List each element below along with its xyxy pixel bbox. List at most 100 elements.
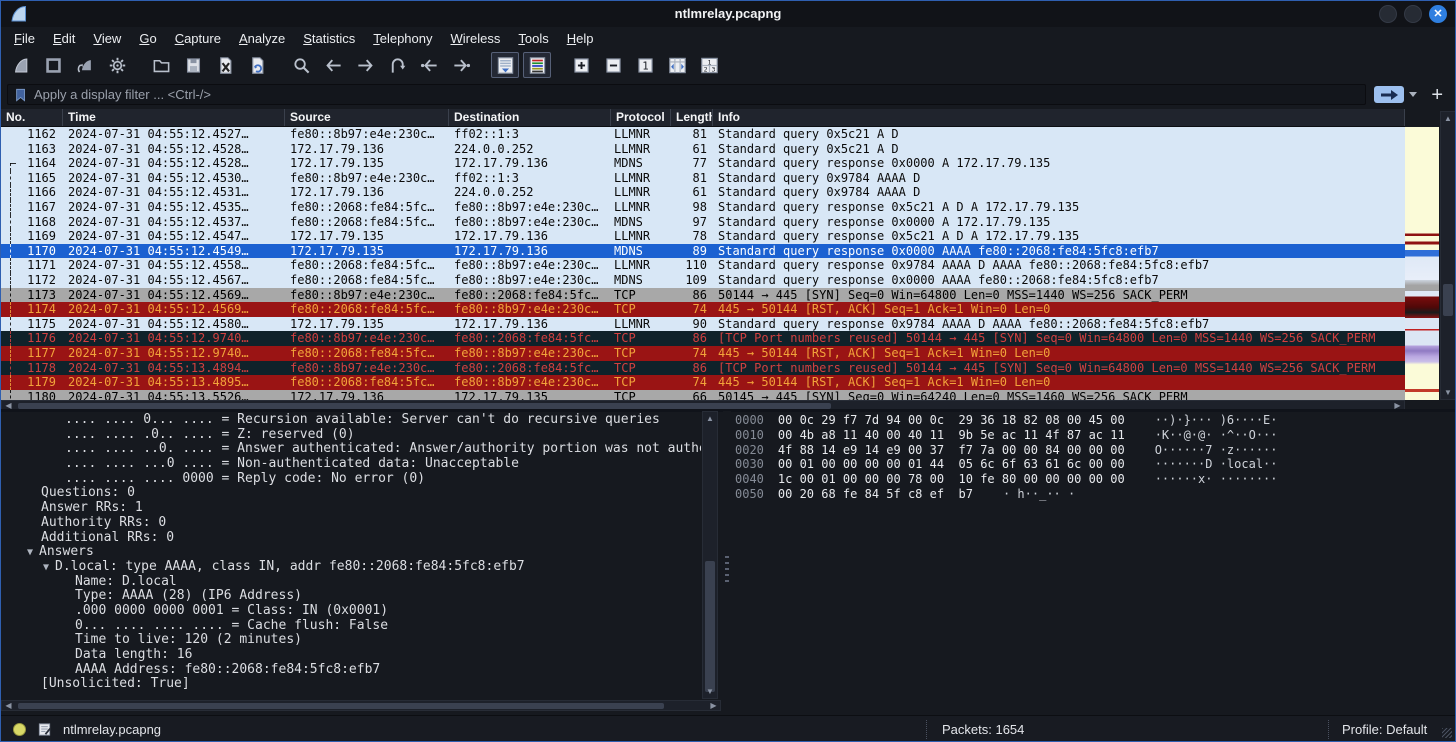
- packet-row-1173[interactable]: 11732024-07-31 04:55:12.4569…fe80::8b97:…: [1, 288, 1405, 303]
- column-header-protocol[interactable]: Protocol: [611, 109, 671, 126]
- detail-line[interactable]: Additional RRs: 0: [1, 531, 701, 546]
- packet-row-1174[interactable]: 11742024-07-31 04:55:12.4569…fe80::2068:…: [1, 302, 1405, 317]
- capture-options-icon[interactable]: [103, 52, 131, 78]
- capture-comment-icon[interactable]: [37, 722, 52, 737]
- hex-ascii[interactable]: · h··_·· ·: [1003, 487, 1075, 501]
- pane-splitter[interactable]: [723, 411, 731, 713]
- go-to-packet-icon[interactable]: [383, 52, 411, 78]
- detail-line[interactable]: .... .... .... 0000 = Reply code: No err…: [1, 472, 701, 487]
- find-packet-icon[interactable]: [287, 52, 315, 78]
- go-last-icon[interactable]: [447, 52, 475, 78]
- maximize-button[interactable]: [1404, 5, 1422, 23]
- resize-grip-icon[interactable]: [1442, 728, 1452, 738]
- menu-analyze[interactable]: Analyze: [230, 29, 294, 48]
- menu-tools[interactable]: Tools: [509, 29, 557, 48]
- zoom-in-icon[interactable]: [567, 52, 595, 78]
- zoom-normal-icon[interactable]: [631, 52, 659, 78]
- column-header-info[interactable]: Info: [713, 109, 1405, 126]
- titlebar[interactable]: ntlmrelay.pcapng ✕: [1, 1, 1455, 27]
- packet-row-1167[interactable]: 11672024-07-31 04:55:12.4535…fe80::2068:…: [1, 200, 1405, 215]
- packet-row-1178[interactable]: 11782024-07-31 04:55:13.4894…fe80::8b97:…: [1, 361, 1405, 376]
- stop-capture-icon[interactable]: [39, 52, 67, 78]
- packet-row-1168[interactable]: 11682024-07-31 04:55:12.4537…fe80::2068:…: [1, 215, 1405, 230]
- menu-telephony[interactable]: Telephony: [364, 29, 441, 48]
- hex-row-0050[interactable]: 005000 20 68 fe 84 5f c8 ef b7· h··_·· ·: [735, 487, 1435, 502]
- scroll-thumb[interactable]: [705, 561, 715, 693]
- minimize-button[interactable]: [1379, 5, 1397, 23]
- hex-ascii[interactable]: ·······D ·local··: [1155, 457, 1278, 471]
- hex-row-0010[interactable]: 001000 4b a8 11 40 00 40 11 9b 5e ac 11 …: [735, 428, 1435, 443]
- column-layout-icon[interactable]: [695, 52, 723, 78]
- hex-bytes[interactable]: 1c 00 01 00 00 00 78 00 10 fe 80 00 00 0…: [778, 472, 1125, 486]
- detail-line[interactable]: ▼D.local: type AAAA, class IN, addr fe80…: [1, 560, 701, 575]
- detail-line[interactable]: Authority RRs: 0: [1, 516, 701, 531]
- hex-ascii[interactable]: ··)·}··· )6····E·: [1155, 413, 1278, 427]
- detail-line[interactable]: .... .... ..0. .... = Answer authenticat…: [1, 442, 701, 457]
- splitter-handle[interactable]: [725, 556, 729, 582]
- detail-line[interactable]: 0... .... .... .... = Cache flush: False: [1, 619, 701, 634]
- packet-row-1176[interactable]: 11762024-07-31 04:55:12.9740…fe80::8b97:…: [1, 331, 1405, 346]
- menu-view[interactable]: View: [84, 29, 130, 48]
- details-vscrollbar[interactable]: ▲ ▼: [702, 411, 718, 699]
- column-header-no[interactable]: No.: [1, 109, 63, 126]
- hex-row-0020[interactable]: 00204f 88 14 e9 14 e9 00 37 f7 7a 00 00 …: [735, 443, 1435, 458]
- packet-row-1169[interactable]: 11692024-07-31 04:55:12.4547…172.17.79.1…: [1, 229, 1405, 244]
- hex-ascii[interactable]: ······x· ········: [1155, 472, 1278, 486]
- detail-line[interactable]: Answer RRs: 1: [1, 501, 701, 516]
- packet-row-1166[interactable]: 11662024-07-31 04:55:12.4531…172.17.79.1…: [1, 185, 1405, 200]
- expander-icon[interactable]: ▼: [43, 562, 49, 573]
- detail-line[interactable]: .... .... .0.. .... = Z: reserved (0): [1, 428, 701, 443]
- menu-wireless[interactable]: Wireless: [442, 29, 510, 48]
- colorize-icon[interactable]: [523, 52, 551, 78]
- hex-bytes[interactable]: 00 01 00 00 00 00 01 44 05 6c 6f 63 61 6…: [778, 457, 1125, 471]
- menu-go[interactable]: Go: [130, 29, 165, 48]
- packet-row-1171[interactable]: 11712024-07-31 04:55:12.4558…fe80::2068:…: [1, 258, 1405, 273]
- apply-filter-button[interactable]: [1374, 86, 1404, 103]
- auto-scroll-icon[interactable]: [491, 52, 519, 78]
- packet-row-1179[interactable]: 11792024-07-31 04:55:13.4895…fe80::2068:…: [1, 375, 1405, 390]
- detail-line[interactable]: Questions: 0: [1, 486, 701, 501]
- restart-capture-icon[interactable]: [71, 52, 99, 78]
- save-file-icon[interactable]: [179, 52, 207, 78]
- scroll-down-icon[interactable]: ▼: [1441, 386, 1455, 399]
- column-header-source[interactable]: Source: [285, 109, 449, 126]
- close-file-icon[interactable]: [211, 52, 239, 78]
- packet-row-1175[interactable]: 11752024-07-31 04:55:12.4580…172.17.79.1…: [1, 317, 1405, 332]
- scroll-up-icon[interactable]: ▲: [1441, 112, 1455, 125]
- column-header-time[interactable]: Time: [63, 109, 285, 126]
- packet-row-1165[interactable]: 11652024-07-31 04:55:12.4530…fe80::8b97:…: [1, 171, 1405, 186]
- hex-ascii[interactable]: O······7 ·z······: [1155, 443, 1278, 457]
- bookmark-icon[interactable]: [14, 87, 28, 103]
- hex-bytes[interactable]: 00 0c 29 f7 7d 94 00 0c 29 36 18 82 08 0…: [778, 413, 1125, 427]
- hex-row-0040[interactable]: 00401c 00 01 00 00 00 78 00 10 fe 80 00 …: [735, 472, 1435, 487]
- open-file-icon[interactable]: [147, 52, 175, 78]
- display-filter-input[interactable]: Apply a display filter ... <Ctrl-/>: [7, 84, 1366, 105]
- go-forward-icon[interactable]: [351, 52, 379, 78]
- packet-row-1172[interactable]: 11722024-07-31 04:55:12.4567…fe80::2068:…: [1, 273, 1405, 288]
- column-header-length[interactable]: Length: [671, 109, 713, 126]
- packet-row-1177[interactable]: 11772024-07-31 04:55:12.9740…fe80::2068:…: [1, 346, 1405, 361]
- zoom-out-icon[interactable]: [599, 52, 627, 78]
- packet-row-1164[interactable]: 11642024-07-31 04:55:12.4528…172.17.79.1…: [1, 156, 1405, 171]
- detail-line[interactable]: Data length: 16: [1, 648, 701, 663]
- packet-row-1170[interactable]: 11702024-07-31 04:55:12.4549…172.17.79.1…: [1, 244, 1405, 259]
- details-hscrollbar[interactable]: ◀ ▶: [1, 700, 721, 711]
- go-back-icon[interactable]: [319, 52, 347, 78]
- scroll-thumb[interactable]: [18, 703, 664, 709]
- detail-line[interactable]: [Unsolicited: True]: [1, 677, 701, 692]
- menu-file[interactable]: File: [5, 29, 44, 48]
- hex-bytes[interactable]: 00 4b a8 11 40 00 40 11 9b 5e ac 11 4f 8…: [778, 428, 1125, 442]
- hex-bytes[interactable]: 00 20 68 fe 84 5f c8 ef b7: [778, 487, 973, 501]
- scroll-up-icon[interactable]: ▲: [703, 412, 717, 425]
- resize-columns-icon[interactable]: [663, 52, 691, 78]
- add-filter-button[interactable]: +: [1425, 86, 1449, 104]
- detail-line[interactable]: ▼Answers: [1, 545, 701, 560]
- menu-statistics[interactable]: Statistics: [294, 29, 364, 48]
- hex-row-0030[interactable]: 003000 01 00 00 00 00 01 44 05 6c 6f 63 …: [735, 457, 1435, 472]
- scroll-down-icon[interactable]: ▼: [703, 685, 717, 698]
- go-first-icon[interactable]: [415, 52, 443, 78]
- packet-list-vscrollbar[interactable]: ▲ ▼: [1440, 111, 1456, 400]
- detail-line[interactable]: AAAA Address: fe80::2068:fe84:5fc8:efb7: [1, 663, 701, 678]
- packet-row-1162[interactable]: 11622024-07-31 04:55:12.4527…fe80::8b97:…: [1, 127, 1405, 142]
- detail-line[interactable]: Time to live: 120 (2 minutes): [1, 633, 701, 648]
